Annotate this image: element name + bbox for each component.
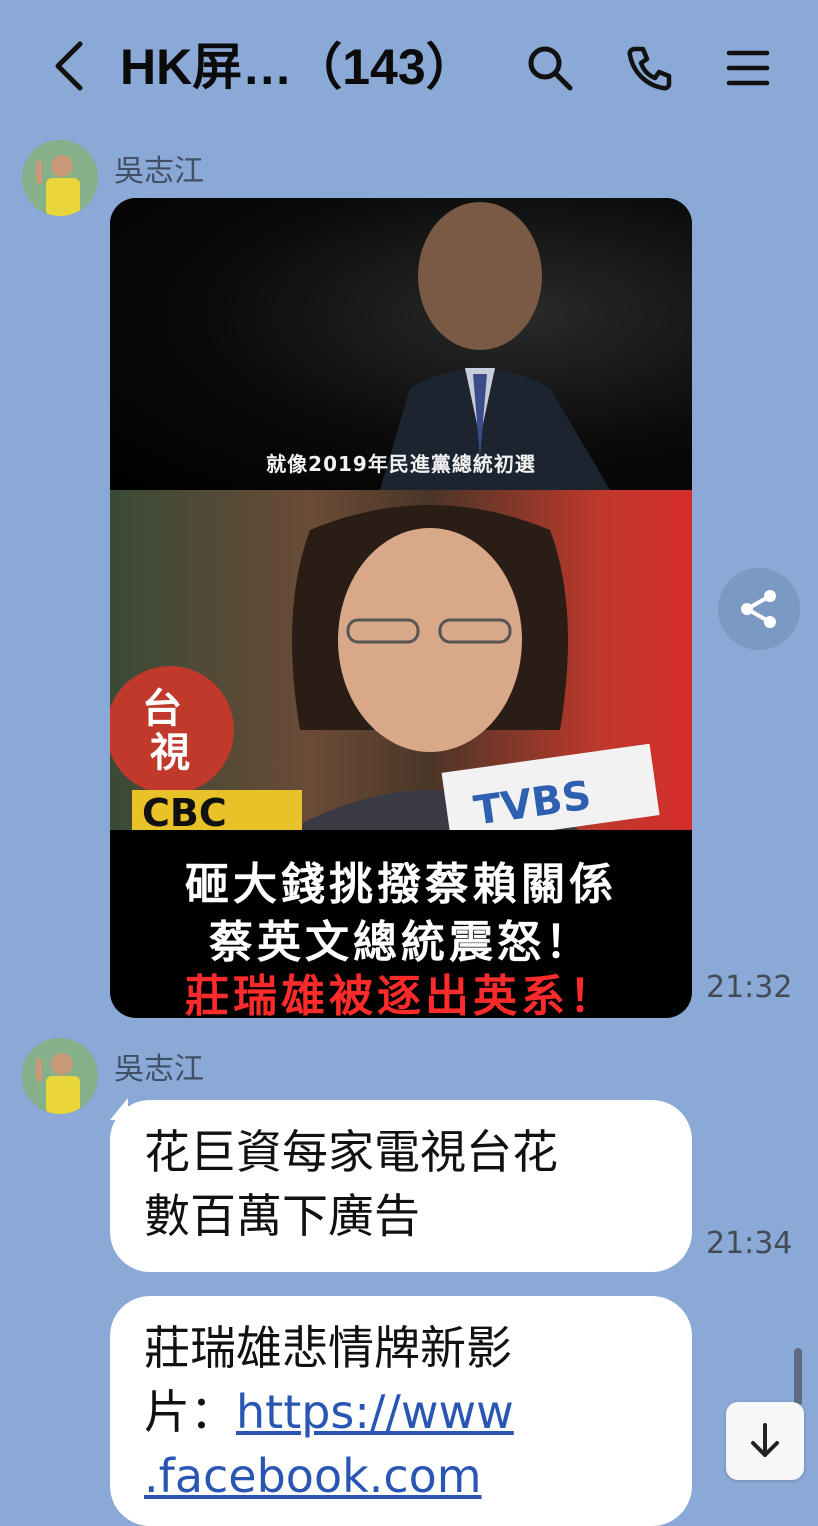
image-message[interactable]: 就像2019年民進黨總統初選 台 視 CBC TVBS 砸大錢挑撥蔡賴關係 蔡英…: [110, 198, 692, 1018]
svg-text:台: 台: [142, 686, 182, 732]
message-line: 花巨資每家電視台花: [144, 1125, 558, 1179]
avatar[interactable]: [22, 1038, 98, 1114]
headline-line1: 砸大錢挑撥蔡賴關係: [185, 859, 617, 910]
menu-button[interactable]: [720, 40, 776, 96]
call-button[interactable]: [622, 40, 678, 96]
search-button[interactable]: [522, 40, 578, 96]
svg-text:CBC: CBC: [142, 791, 227, 830]
photo-top-panel: [110, 198, 692, 490]
sender-name: 吳志江: [114, 154, 204, 189]
svg-text:視: 視: [150, 730, 190, 776]
chat-title[interactable]: HK屏…（143）: [120, 34, 476, 100]
avatar[interactable]: [22, 140, 98, 216]
menu-icon: [726, 50, 770, 86]
message-line: 數百萬下廣告: [144, 1189, 420, 1243]
scroll-to-bottom-button[interactable]: [726, 1402, 804, 1480]
chat-header: HK屏…（143）: [0, 0, 818, 132]
photo-bottom-panel: 台 視 CBC TVBS: [110, 490, 692, 845]
message-text: 片：: [144, 1385, 236, 1439]
phone-icon: [627, 46, 672, 91]
share-icon: [741, 590, 776, 628]
search-icon: [528, 46, 573, 91]
message-line: 片：https://www: [144, 1380, 658, 1444]
message-time: 21:34: [706, 1226, 793, 1261]
text-message[interactable]: 花巨資每家電視台花 數百萬下廣告: [110, 1100, 692, 1272]
scrollbar[interactable]: [794, 1348, 802, 1406]
share-button[interactable]: [718, 568, 800, 650]
sender-name: 吳志江: [114, 1052, 204, 1087]
image-caption: 就像2019年民進黨總統初選: [266, 452, 536, 476]
text-message[interactable]: 莊瑞雄悲情牌新影 片：https://www .facebook.com: [110, 1296, 692, 1526]
message-line: 莊瑞雄悲情牌新影: [144, 1321, 512, 1375]
message-link[interactable]: https://www: [236, 1385, 514, 1439]
message-line: .facebook.com: [144, 1444, 658, 1508]
arrow-down-icon: [751, 1423, 779, 1457]
message-link[interactable]: .facebook.com: [144, 1449, 482, 1503]
back-chevron-icon: [55, 41, 83, 91]
message-time: 21:32: [706, 970, 793, 1005]
headline-line3: 莊瑞雄被逐出英系！: [185, 971, 617, 1018]
back-button[interactable]: [44, 36, 94, 96]
